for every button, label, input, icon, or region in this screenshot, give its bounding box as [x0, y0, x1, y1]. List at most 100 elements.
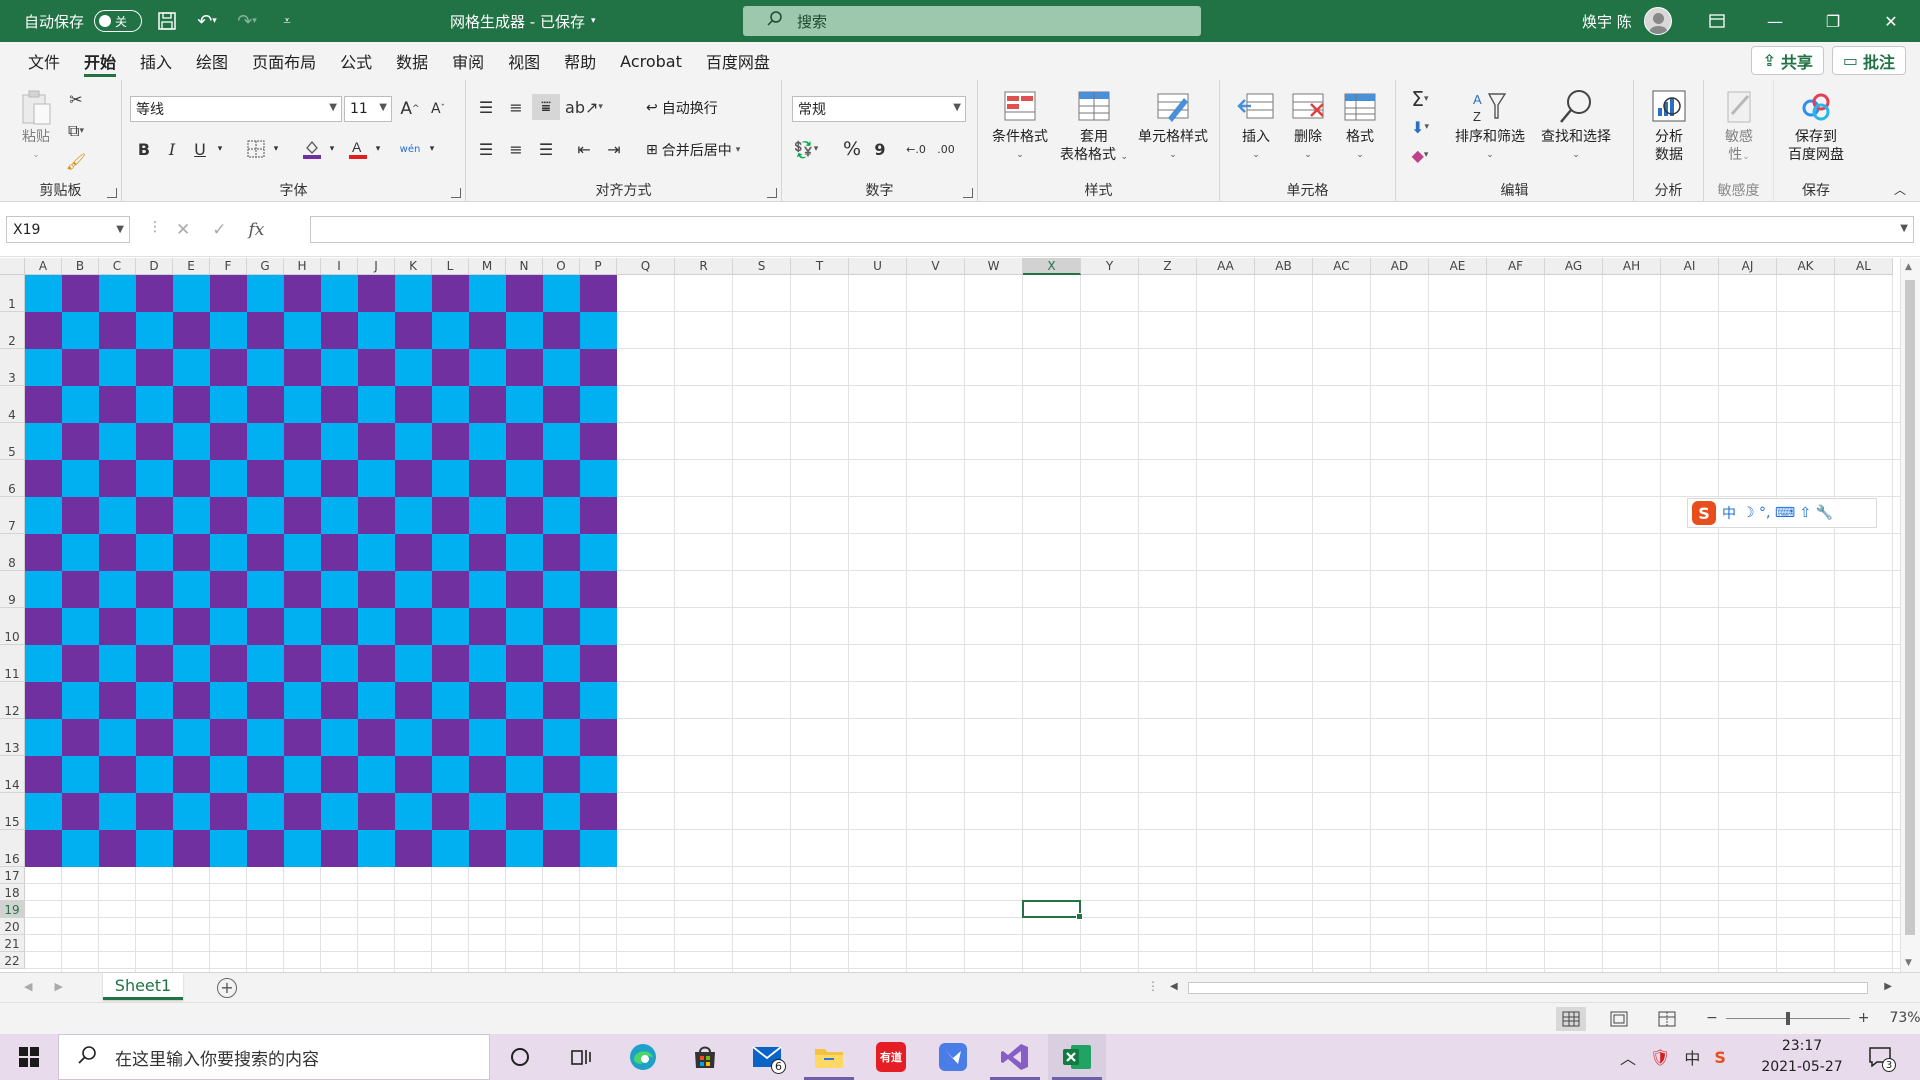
- grid-cell[interactable]: [247, 756, 284, 793]
- zoom-in-button[interactable]: +: [1858, 1010, 1870, 1026]
- youdao-dictionary-icon[interactable]: 有道: [862, 1034, 920, 1080]
- grid-cell[interactable]: [469, 793, 506, 830]
- sogou-tray-icon[interactable]: S: [1714, 1048, 1726, 1067]
- scroll-up-arrow[interactable]: ▲: [1905, 262, 1912, 272]
- grid-cell[interactable]: [284, 460, 321, 497]
- wrap-text-button[interactable]: ↩ 自动换行: [646, 98, 718, 118]
- grid-cell[interactable]: [210, 275, 247, 312]
- grid-cell[interactable]: [543, 460, 580, 497]
- scrollbar-splitter[interactable]: ⋮: [1147, 979, 1159, 993]
- grid-cell[interactable]: [284, 312, 321, 349]
- column-header[interactable]: Q: [617, 258, 675, 275]
- grid-cell[interactable]: [321, 349, 358, 386]
- grid-cell[interactable]: [543, 608, 580, 645]
- column-header[interactable]: B: [62, 258, 99, 275]
- grid-cell[interactable]: [358, 460, 395, 497]
- grid-cell[interactable]: [284, 719, 321, 756]
- grid-cell[interactable]: [62, 423, 99, 460]
- dialog-launcher-icon[interactable]: [963, 188, 973, 198]
- middle-align-icon[interactable]: ≡: [502, 94, 530, 120]
- grid-cell[interactable]: [506, 793, 543, 830]
- sort-filter-button[interactable]: AZ 排序和筛选 ⌄: [1450, 88, 1530, 164]
- grid-cell[interactable]: [173, 645, 210, 682]
- grid-cell[interactable]: [469, 460, 506, 497]
- grid-cell[interactable]: [284, 349, 321, 386]
- grid-cell[interactable]: [247, 497, 284, 534]
- grid-cell[interactable]: [543, 830, 580, 867]
- add-sheet-button[interactable]: +: [217, 978, 237, 998]
- grid-cell[interactable]: [321, 534, 358, 571]
- column-header[interactable]: AC: [1313, 258, 1371, 275]
- zoom-out-button[interactable]: −: [1706, 1010, 1718, 1026]
- security-app-icon[interactable]: 🛡: [1650, 1048, 1670, 1067]
- grid-cell[interactable]: [136, 756, 173, 793]
- zoom-level[interactable]: 73%: [1889, 1010, 1920, 1026]
- tab-5[interactable]: 公式: [328, 42, 384, 80]
- grid-cell[interactable]: [432, 386, 469, 423]
- grid-cell[interactable]: [99, 312, 136, 349]
- grid-cell[interactable]: [321, 497, 358, 534]
- feishu-app-icon[interactable]: [924, 1034, 982, 1080]
- ime-tools[interactable]: ☽ °, ⌨ ⇧ 🔧: [1742, 505, 1833, 521]
- grid-cell[interactable]: [25, 534, 62, 571]
- grid-cell[interactable]: [543, 571, 580, 608]
- grid-cell[interactable]: [506, 497, 543, 534]
- grid-cell[interactable]: [469, 423, 506, 460]
- dialog-launcher-icon[interactable]: [451, 188, 461, 198]
- bold-button[interactable]: B: [130, 136, 158, 162]
- page-break-preview-icon[interactable]: [1652, 1007, 1682, 1031]
- chevron-down-icon[interactable]: ▾: [418, 136, 446, 162]
- row-header[interactable]: 14: [0, 756, 25, 793]
- column-header[interactable]: AA: [1197, 258, 1255, 275]
- grid-cell[interactable]: [469, 571, 506, 608]
- cell-styles-button[interactable]: 单元格样式 ⌄: [1128, 88, 1218, 164]
- comments-button[interactable]: ▭ 批注: [1831, 46, 1906, 75]
- grid-cell[interactable]: [284, 793, 321, 830]
- column-header[interactable]: I: [321, 258, 358, 275]
- align-center-icon[interactable]: ≡: [502, 136, 530, 162]
- task-view-icon[interactable]: [552, 1034, 610, 1080]
- grid-cell[interactable]: [136, 534, 173, 571]
- grid-cell[interactable]: [395, 830, 432, 867]
- autosum-icon[interactable]: Σ ▾: [1406, 86, 1434, 112]
- zoom-slider[interactable]: [1725, 1011, 1850, 1025]
- grid-cell[interactable]: [99, 756, 136, 793]
- grid-cell[interactable]: [432, 423, 469, 460]
- chevron-down-icon[interactable]: ▾: [364, 136, 392, 162]
- grid-cell[interactable]: [99, 349, 136, 386]
- grid-cell[interactable]: [173, 793, 210, 830]
- grid-cell[interactable]: [25, 608, 62, 645]
- document-title[interactable]: 网格生成器 - 已保存 ▾: [450, 0, 595, 42]
- cancel-entry-icon[interactable]: ✕: [176, 220, 190, 240]
- grid-cell[interactable]: [395, 349, 432, 386]
- previous-sheet-icon[interactable]: ◀: [24, 980, 32, 993]
- analyze-data-button[interactable]: 分析 数据: [1644, 88, 1694, 164]
- grid-cell[interactable]: [173, 608, 210, 645]
- row-header[interactable]: 1: [0, 275, 25, 312]
- grid-cell[interactable]: [580, 830, 617, 867]
- grid-cell[interactable]: [432, 682, 469, 719]
- column-header[interactable]: L: [432, 258, 469, 275]
- grid-cell[interactable]: [173, 756, 210, 793]
- grid-cell[interactable]: [62, 460, 99, 497]
- grid-cell[interactable]: [284, 608, 321, 645]
- horizontal-scroll-thumb[interactable]: [1188, 982, 1868, 994]
- grid-cell[interactable]: [136, 645, 173, 682]
- grid-cell[interactable]: [247, 386, 284, 423]
- grid-cell[interactable]: [210, 608, 247, 645]
- grid-cell[interactable]: [469, 275, 506, 312]
- column-header[interactable]: AG: [1545, 258, 1603, 275]
- grid-cell[interactable]: [321, 386, 358, 423]
- shrink-font-icon[interactable]: Aˇ: [424, 96, 452, 122]
- grid-cell[interactable]: [321, 645, 358, 682]
- select-all-button[interactable]: [0, 258, 25, 275]
- scroll-right-arrow[interactable]: ▶: [1884, 981, 1892, 992]
- grid-cell[interactable]: [469, 756, 506, 793]
- chevron-down-icon[interactable]: ▾: [262, 136, 290, 162]
- normal-view-icon[interactable]: [1556, 1007, 1586, 1031]
- mail-icon[interactable]: 6: [738, 1034, 796, 1080]
- grid-cell[interactable]: [580, 497, 617, 534]
- grid-cell[interactable]: [247, 793, 284, 830]
- edge-browser-icon[interactable]: [614, 1034, 672, 1080]
- start-button[interactable]: [0, 1034, 58, 1080]
